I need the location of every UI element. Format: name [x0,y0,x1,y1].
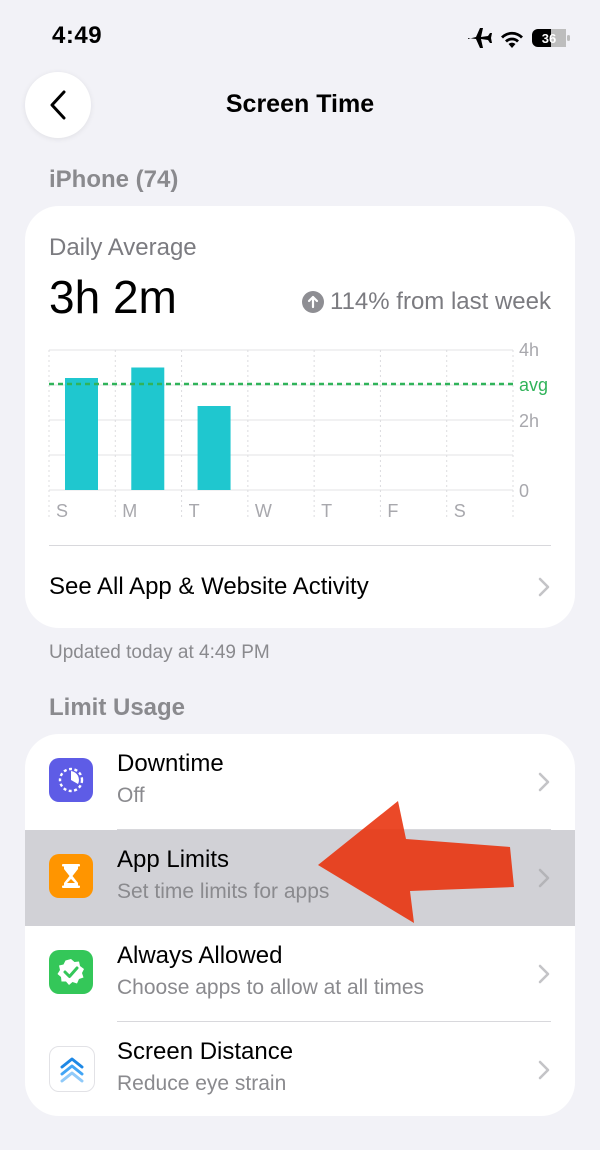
app-limits-title: App Limits [117,846,230,873]
x-tick-label: S [454,501,466,521]
always-allowed-title: Always Allowed [117,942,283,969]
x-tick-label: T [189,501,200,521]
weekly-change-text: 114% from last week [330,288,551,315]
average-label: avg [519,375,548,395]
screen-distance-title: Screen Distance [117,1038,294,1065]
x-tick-label: W [255,501,272,521]
y-tick-label: 2h [519,411,539,431]
status-time: 4:49 [52,22,103,49]
chevron-right-icon [538,577,550,597]
battery-level: 36 [542,31,556,46]
bar-2 [197,406,231,490]
chevron-right-icon [538,964,550,984]
bar-1 [131,367,165,490]
x-tick-label: F [387,501,398,521]
x-tick-label: T [321,501,332,521]
screen-distance-subtitle: Reduce eye strain [117,1072,287,1095]
app-limits-subtitle: Set time limits for apps [117,880,330,903]
device-section-header: iPhone (74) [49,166,179,193]
downtime-icon [49,758,93,802]
see-all-activity-row[interactable]: See All App & Website Activity [25,546,575,628]
checkmark-badge-icon [49,950,93,994]
chevron-right-icon [538,772,550,792]
y-tick-label: 0 [519,481,529,501]
bar-0 [65,378,98,490]
downtime-subtitle: Off [117,784,145,807]
chevron-right-icon [538,868,550,888]
always-allowed-subtitle: Choose apps to allow at all times [117,976,424,999]
daily-average-label: Daily Average [49,234,197,261]
usage-chart: avg 4h 2h 0 S M T W T F S [48,340,548,521]
page-title: Screen Time [225,90,375,118]
battery-icon: 36 [532,29,570,47]
always-allowed-row[interactable]: Always Allowed Choose apps to allow at a… [25,926,575,1022]
screen-distance-icon [49,1046,95,1092]
weekly-change: 114% from last week [302,288,551,316]
airplane-icon [468,28,492,48]
chevron-right-icon [538,1060,550,1080]
usage-card: Daily Average 3h 2m 114% from last week … [25,206,575,628]
see-all-activity-label: See All App & Website Activity [49,573,369,600]
hourglass-icon [49,854,93,898]
wifi-icon [501,31,523,48]
annotation-arrow-icon [318,801,514,923]
status-icons: 36 [466,24,576,52]
updated-text: Updated today at 4:49 PM [49,642,270,663]
screen-distance-row[interactable]: Screen Distance Reduce eye strain [25,1022,575,1116]
arrow-up-circle-icon [302,291,325,313]
daily-average-value: 3h 2m [49,271,177,323]
downtime-title: Downtime [117,750,224,777]
limit-section-header: Limit Usage [49,694,186,721]
x-tick-label: S [56,501,68,521]
x-tick-label: M [122,501,137,521]
y-tick-label: 4h [519,340,539,360]
